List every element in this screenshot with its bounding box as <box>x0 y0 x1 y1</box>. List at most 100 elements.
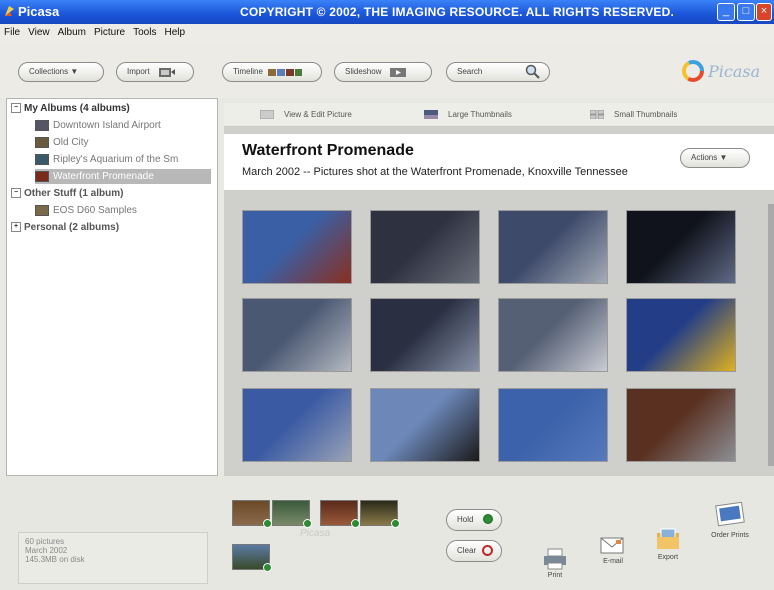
slideshow-label: Slideshow <box>345 67 382 76</box>
order-prints-icon <box>715 501 745 527</box>
photo-thumbnail-bird-sculpture[interactable] <box>242 388 352 462</box>
timeline-button[interactable]: Timeline <box>222 62 322 82</box>
hold-button[interactable]: Hold <box>446 509 502 531</box>
maximize-button[interactable]: □ <box>737 3 755 21</box>
album-item-eos[interactable]: EOS D60 Samples <box>35 203 137 218</box>
album-label: Old City <box>53 137 89 148</box>
album-label: EOS D60 Samples <box>53 205 137 216</box>
minimize-icon: _ <box>722 5 730 17</box>
album-item-waterfront[interactable]: Waterfront Promenade <box>35 169 211 184</box>
tray-dot-icon <box>303 519 312 528</box>
album-thumb-icon <box>35 153 49 165</box>
menu-bar: File View Album Picture Tools Help <box>0 24 774 42</box>
photo-thumbnail-red-box[interactable] <box>626 388 736 462</box>
menu-help[interactable]: Help <box>160 24 189 38</box>
print-button[interactable]: Print <box>540 548 570 579</box>
tray-thumb[interactable] <box>232 544 272 572</box>
album-thumb-icon <box>35 119 49 131</box>
photo-thumbnail-dark-structure[interactable] <box>370 388 480 462</box>
timeline-icon <box>268 68 303 76</box>
title-bar: Picasa COPYRIGHT © 2002, THE IMAGING RES… <box>0 0 774 24</box>
copyright-text: COPYRIGHT © 2002, THE IMAGING RESOURCE. … <box>240 5 675 19</box>
album-label: Waterfront Promenade <box>53 171 154 182</box>
toolbar: Collections ▼ Import Timeline Slideshow … <box>0 42 774 98</box>
import-button[interactable]: Import <box>116 62 194 82</box>
tab-large-thumbnails[interactable]: Large Thumbnails <box>424 106 512 124</box>
photo-thumbnail-bear-statue-1[interactable] <box>370 210 480 284</box>
album-info: 60 pictures March 2002 145.3MB on disk <box>18 532 208 584</box>
tab-small-thumbnails[interactable]: Small Thumbnails <box>589 106 678 124</box>
photo-thumbnail-bear-texture[interactable] <box>370 298 480 372</box>
hold-icon <box>483 514 493 524</box>
album-item-downtown[interactable]: Downtown Island Airport <box>35 118 161 133</box>
photo-thumbnail-red-frame-sky[interactable] <box>242 210 352 284</box>
group-other-stuff[interactable]: − Other Stuff (1 album) <box>7 186 123 201</box>
album-description: March 2002 -- Pictures shot at the Water… <box>242 166 628 178</box>
export-folder-icon <box>657 528 679 549</box>
disk-size: 145.3MB on disk <box>25 555 85 564</box>
email-button[interactable]: E-mail <box>596 534 630 565</box>
picasa-brand-logo-icon <box>682 60 704 82</box>
collapse-icon[interactable]: − <box>11 103 21 114</box>
photo-thumbnail-bear-closeup[interactable] <box>626 210 736 284</box>
close-button[interactable]: × <box>756 3 772 21</box>
menu-view[interactable]: View <box>24 24 54 38</box>
tab-label: Small Thumbnails <box>614 110 678 119</box>
album-label: Downtown Island Airport <box>53 120 161 131</box>
album-thumb-icon <box>35 170 49 182</box>
menu-file[interactable]: File <box>0 24 24 38</box>
album-title: Waterfront Promenade <box>242 142 414 159</box>
picture-count: 60 pictures <box>25 537 65 546</box>
photo-thumbnail-bear-statue-4[interactable] <box>498 298 608 372</box>
search-button[interactable]: Search <box>446 62 550 82</box>
group-personal[interactable]: + Personal (2 albums) <box>7 220 119 235</box>
slideshow-button[interactable]: Slideshow <box>334 62 432 82</box>
album-thumb-icon <box>35 136 49 148</box>
tray-dot-icon <box>351 519 360 528</box>
maximize-icon: □ <box>742 5 750 17</box>
tray-thumb[interactable] <box>320 500 360 528</box>
menu-album[interactable]: Album <box>54 24 90 38</box>
collapse-icon[interactable]: − <box>11 188 21 199</box>
tab-view-edit[interactable]: View & Edit Picture <box>259 106 352 124</box>
group-my-albums[interactable]: − My Albums (4 albums) <box>7 101 130 116</box>
group-label: My Albums (4 albums) <box>24 103 130 114</box>
export-label: Export <box>657 554 679 561</box>
tray-thumb[interactable] <box>232 500 272 528</box>
photo-thumbnail-bear-statue-3[interactable] <box>242 298 352 372</box>
export-button[interactable]: Export <box>652 526 684 561</box>
timeline-label: Timeline <box>233 67 263 76</box>
photo-thumbnail-blue-sky[interactable] <box>498 388 608 462</box>
group-label: Other Stuff (1 album) <box>24 188 124 199</box>
clear-icon <box>482 545 493 556</box>
tab-label: Large Thumbnails <box>448 110 512 119</box>
tray-thumb[interactable] <box>360 500 400 528</box>
scrollbar[interactable] <box>768 204 774 466</box>
menu-picture[interactable]: Picture <box>90 24 129 38</box>
tray-dot-icon <box>263 563 272 572</box>
order-prints-button[interactable]: Order Prints <box>706 501 754 539</box>
tray-dot-icon <box>263 519 272 528</box>
album-item-ripleys[interactable]: Ripley's Aquarium of the Sm <box>35 152 178 167</box>
tray-dot-icon <box>391 519 400 528</box>
clear-button[interactable]: Clear <box>446 540 502 562</box>
view-edit-icon <box>259 109 275 120</box>
import-icon <box>158 67 175 77</box>
slideshow-icon <box>389 67 406 77</box>
album-item-old-city[interactable]: Old City <box>35 135 89 150</box>
actions-button[interactable]: Actions ▼ <box>680 148 750 168</box>
album-tree: − My Albums (4 albums) Downtown Island Ai… <box>6 98 218 476</box>
group-label: Personal (2 albums) <box>24 222 120 233</box>
tray-thumb[interactable] <box>272 500 312 528</box>
expand-icon[interactable]: + <box>11 222 21 233</box>
photo-thumbnail-yellow-flag[interactable] <box>626 298 736 372</box>
album-header: Waterfront Promenade March 2002 -- Pictu… <box>224 134 774 190</box>
print-label: Print <box>547 572 563 579</box>
hold-label: Hold <box>457 515 474 524</box>
photo-thumbnail-bear-statue-2[interactable] <box>498 210 608 284</box>
album-view: Waterfront Promenade March 2002 -- Pictu… <box>224 126 774 476</box>
minimize-button[interactable]: _ <box>717 3 735 21</box>
menu-tools[interactable]: Tools <box>129 24 160 38</box>
collections-button[interactable]: Collections ▼ <box>18 62 104 82</box>
email-label: E-mail <box>603 558 623 565</box>
